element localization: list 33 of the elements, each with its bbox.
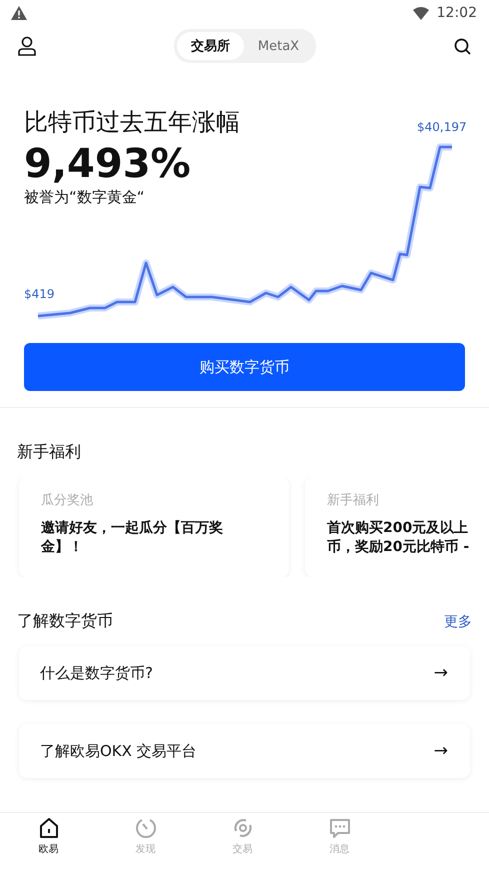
status-time: 12:02 — [436, 5, 477, 21]
segment-tab[interactable]: MetaX — [244, 32, 314, 60]
cycle-icon — [232, 817, 254, 839]
warning-icon — [11, 6, 27, 20]
row-label: 了解欧易OKX 交易平台 — [40, 742, 197, 760]
card-text: 首次购买200元及以上币，奖励20元比特币 - — [327, 519, 470, 557]
user-icon[interactable] — [18, 36, 36, 56]
row-label: 什么是数字货币? — [40, 664, 153, 682]
segment-tab[interactable]: 交易所 — [176, 32, 244, 60]
section-title: 新手福利 — [16, 441, 82, 463]
section-title: 了解数字货币 — [17, 611, 113, 632]
hero-title: 比特币过去五年涨幅 — [24, 107, 241, 138]
high-price-label: $40,197 — [417, 120, 467, 134]
card-tag: 瓜分奖池 — [41, 491, 289, 509]
timer-icon — [134, 817, 156, 839]
buy-crypto-button[interactable]: 购买数字货币 — [24, 343, 465, 391]
row-arrow: → — [434, 741, 448, 761]
card-text: 邀请好友，一起瓜分【百万奖金】！ — [41, 519, 224, 557]
home-icon — [38, 817, 60, 839]
row-arrow: → — [434, 663, 448, 683]
wifi-icon — [412, 6, 429, 20]
nav-tab[interactable]: 欧易 — [0, 817, 97, 869]
hero-subtitle: 被誉为“数字黄金“ — [24, 188, 146, 207]
low-price-label: $419 — [24, 287, 55, 301]
article-row[interactable]: 什么是数字货币? → — [19, 646, 470, 700]
more-link[interactable]: 更多 — [444, 612, 472, 630]
promo-card[interactable]: 新手福利 首次购买200元及以上币，奖励20元比特币 - — [305, 477, 489, 577]
article-row[interactable]: 了解欧易OKX 交易平台 → — [19, 724, 470, 778]
promo-card[interactable]: 瓜分奖池 邀请好友，一起瓜分【百万奖金】！ — [19, 477, 289, 577]
card-tag: 新手福利 — [327, 491, 489, 509]
chat-icon — [328, 817, 350, 839]
growth-value: 9,493% — [24, 142, 192, 186]
search-icon[interactable] — [454, 38, 471, 54]
